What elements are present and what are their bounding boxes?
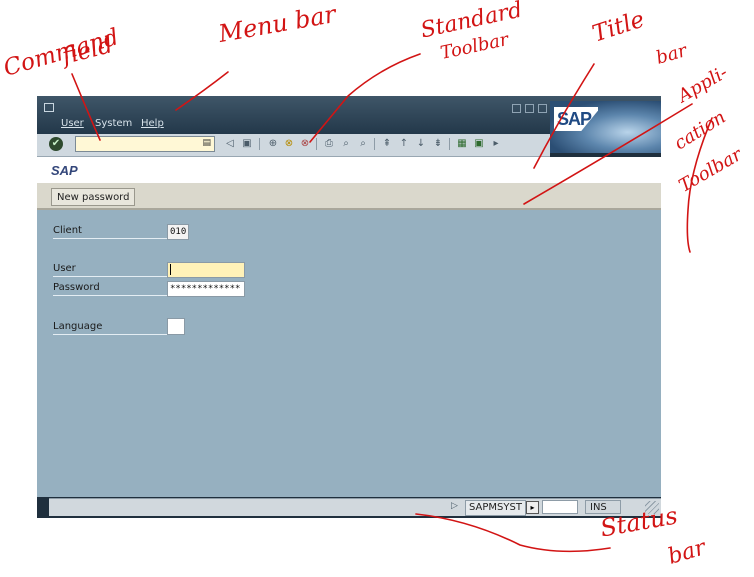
status-bar-pointer xyxy=(415,513,611,553)
title-bar-pointer xyxy=(533,63,595,169)
command-field-pointer xyxy=(71,73,101,141)
annotation-strokes xyxy=(71,53,713,553)
menu-bar-pointer xyxy=(175,71,229,111)
standard-toolbar-pointer xyxy=(309,53,421,143)
application-toolbar-pointer xyxy=(523,103,693,205)
